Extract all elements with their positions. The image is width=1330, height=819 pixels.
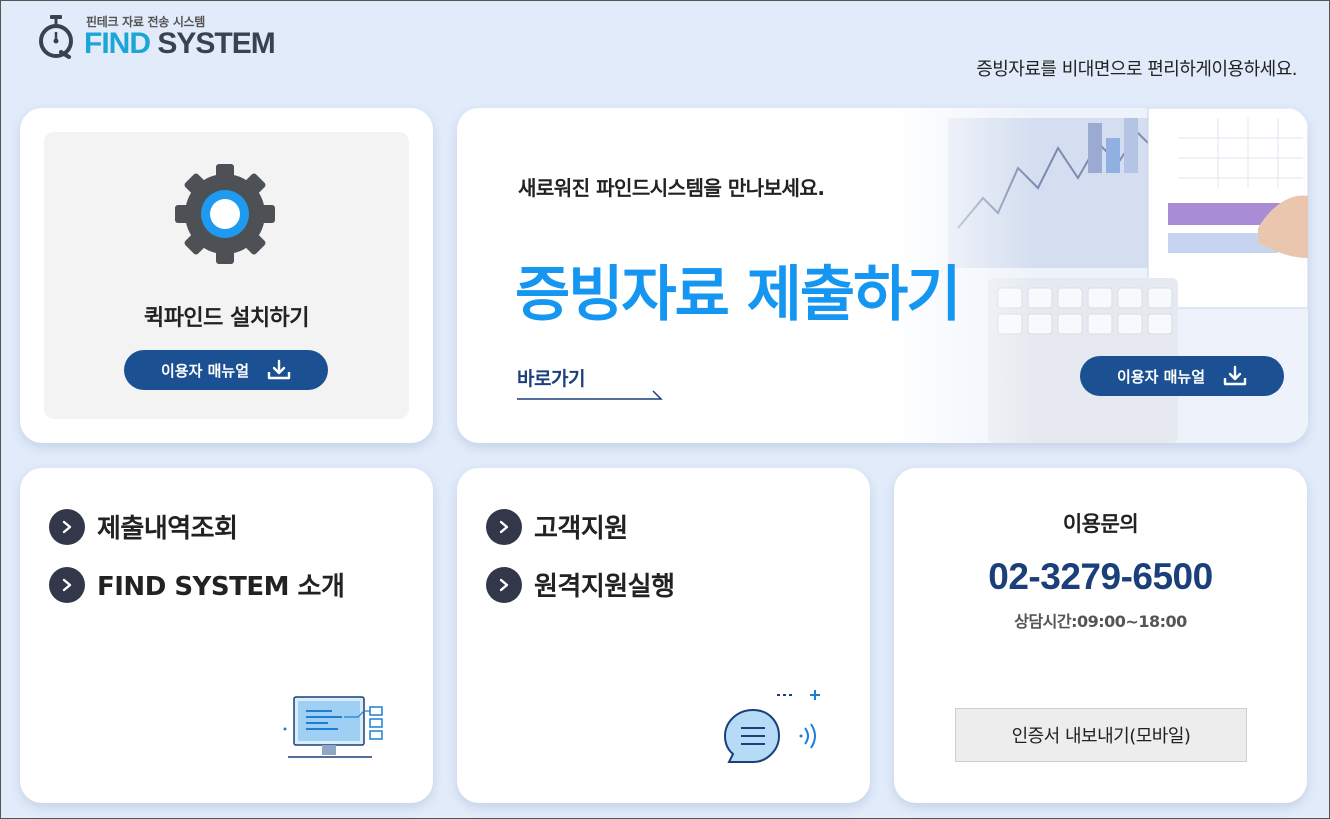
- header-slogan: 증빙자료를 비대면으로 편리하게이용하세요.: [976, 59, 1297, 80]
- download-icon: [1223, 365, 1247, 386]
- download-icon: [267, 359, 291, 380]
- brand-find: FIND: [84, 27, 151, 60]
- go-link-label: 바로가기: [517, 368, 585, 390]
- install-manual-button[interactable]: 이용자 매뉴얼: [124, 350, 328, 390]
- menu-submission-history[interactable]: 제출내역조회: [49, 508, 238, 545]
- chevron-right-icon: [49, 566, 85, 603]
- hero-title[interactable]: 증빙자료 제출하기: [515, 246, 961, 333]
- hero-subtitle: 새로워진 파인드시스템을 만나보세요.: [518, 176, 825, 200]
- chevron-right-icon: [49, 508, 85, 545]
- go-link[interactable]: 바로가기: [517, 364, 663, 400]
- brand-system: SYSTEM: [157, 27, 275, 60]
- computer-icon: [283, 696, 383, 758]
- hero-manual-button[interactable]: 이용자 매뉴얼: [1080, 356, 1284, 396]
- gear-icon: [175, 164, 275, 264]
- menu-customer-support[interactable]: 고객지원: [486, 508, 628, 545]
- install-card: 퀵파인드 설치하기 이용자 매뉴얼: [20, 108, 433, 443]
- logo[interactable]: 핀테크 자료 전송 시스템 FIND SYSTEM: [37, 13, 297, 65]
- contact-title: 이용문의: [1062, 512, 1139, 536]
- history-menu-card: 제출내역조회 FIND SYSTEM 소개: [20, 468, 433, 803]
- stopwatch-icon: [39, 15, 73, 59]
- install-title: 퀵파인드 설치하기: [143, 306, 310, 331]
- hero-card[interactable]: 새로워진 파인드시스템을 만나보세요. 증빙자료 제출하기 바로가기 이용자 매…: [457, 108, 1308, 443]
- contact-card: 이용문의 02-3279-6500 상담시간:09:00~18:00 인증서 내…: [894, 468, 1307, 803]
- chevron-right-icon: [486, 508, 522, 545]
- menu-label: 원격지원실행: [534, 572, 675, 602]
- menu-remote-support[interactable]: 원격지원실행: [486, 566, 675, 603]
- install-panel[interactable]: 퀵파인드 설치하기 이용자 매뉴얼: [44, 132, 409, 419]
- menu-label: FIND SYSTEM 소개: [97, 572, 345, 602]
- arrow-line-icon: [517, 390, 663, 400]
- install-manual-label: 이용자 매뉴얼: [160, 361, 250, 380]
- menu-label: 고객지원: [534, 514, 628, 544]
- hero-manual-label: 이용자 매뉴얼: [1116, 367, 1206, 386]
- menu-system-intro[interactable]: FIND SYSTEM 소개: [49, 566, 345, 603]
- cert-export-button[interactable]: 인증서 내보내기(모바일): [955, 708, 1247, 762]
- contact-phone[interactable]: 02-3279-6500: [894, 556, 1307, 598]
- chat-bubble-icon: [723, 690, 820, 763]
- contact-hours: 상담시간:09:00~18:00: [1014, 612, 1187, 631]
- support-menu-card: 고객지원 원격지원실행: [457, 468, 870, 803]
- menu-label: 제출내역조회: [97, 514, 238, 544]
- chevron-right-icon: [486, 566, 522, 603]
- logo-brand: FIND SYSTEM: [84, 27, 276, 61]
